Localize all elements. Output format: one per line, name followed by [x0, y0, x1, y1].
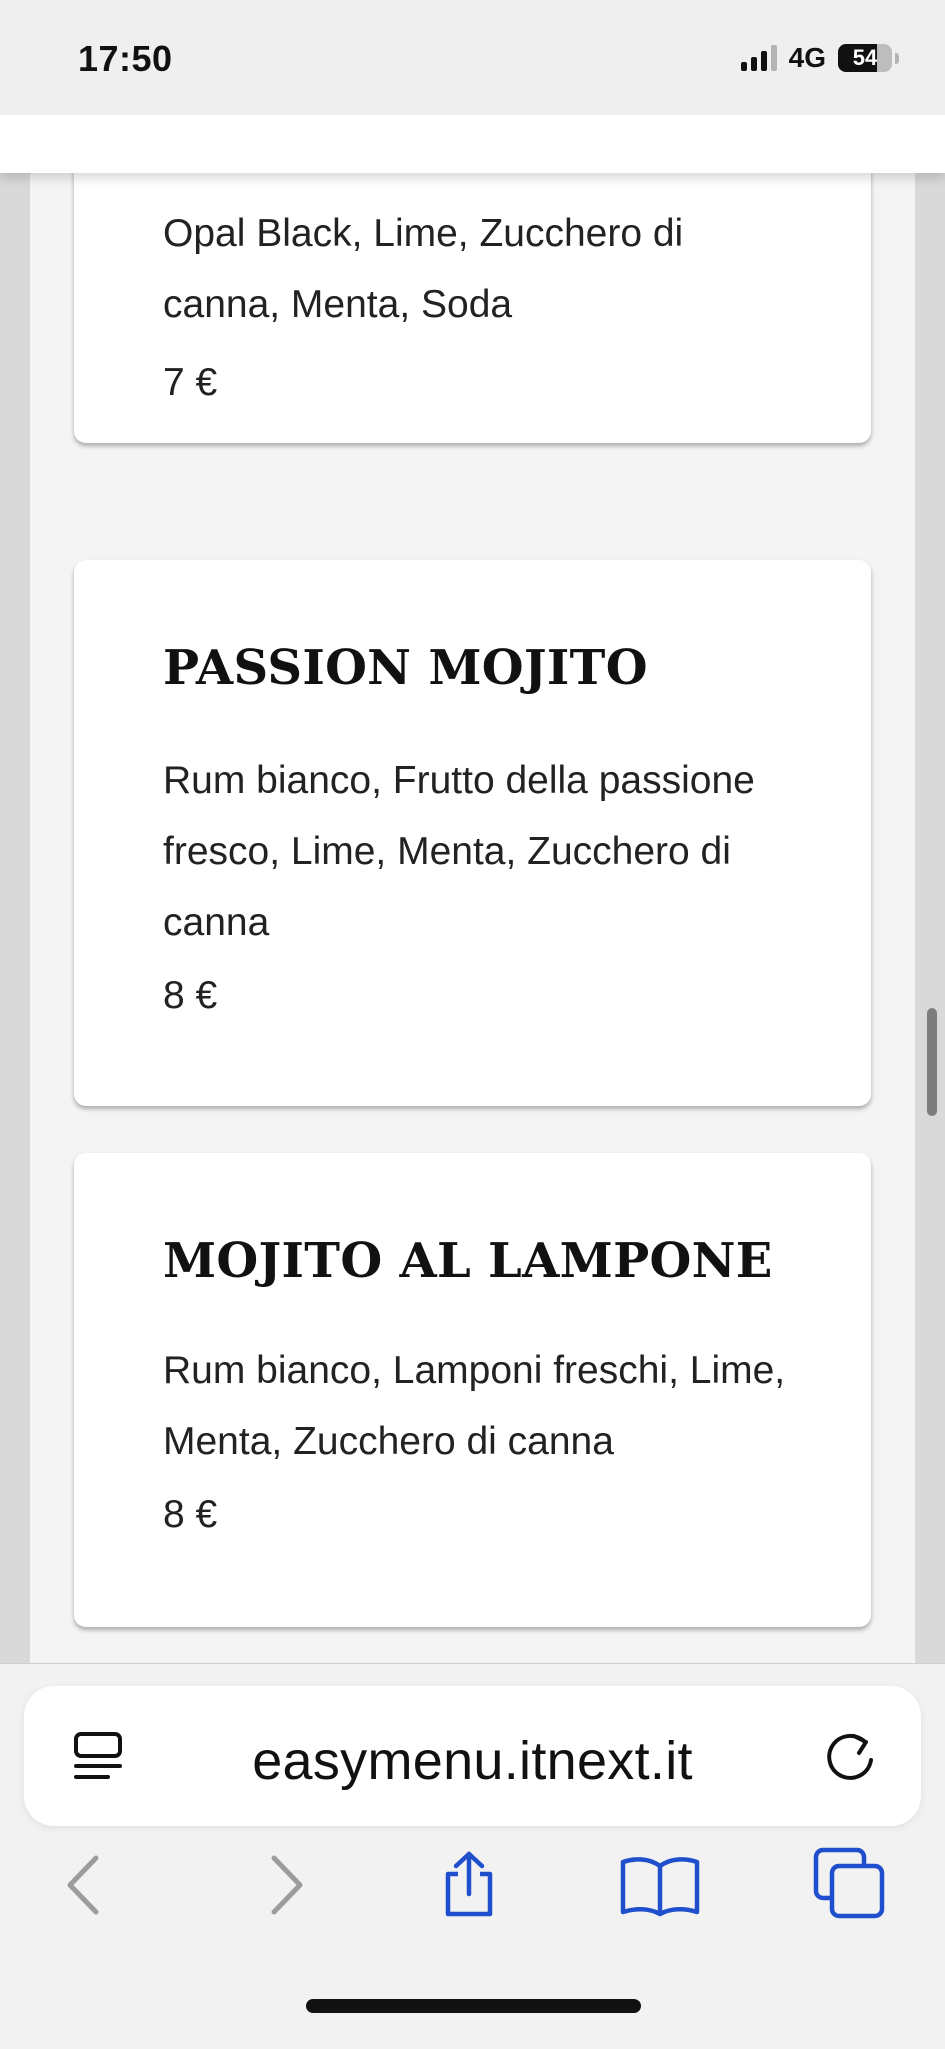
menu-item-ingredients: Opal Black, Lime, Zucchero di canna, Men…	[163, 212, 684, 326]
menu-item-name: MOJITO AL LAMPONE	[163, 1233, 773, 1289]
bookmarks-icon[interactable]	[619, 1850, 701, 1920]
menu-item-price: 7 €	[163, 361, 218, 404]
menu-item-card: PASSION MOJITO Rum bianco, Frutto della …	[74, 560, 871, 1106]
network-type: 4G	[788, 42, 826, 73]
tabs-icon[interactable]	[812, 1846, 888, 1922]
menu-item-ingredients: Rum bianco, Frutto della passione fresco…	[163, 759, 755, 944]
address-bar[interactable]: easymenu.itnext.it	[24, 1686, 921, 1826]
reload-icon[interactable]	[821, 1728, 879, 1786]
menu-item-price: 8 €	[163, 1493, 218, 1536]
scrollbar[interactable]	[927, 1008, 937, 1116]
menu-item-card: Opal Black, Lime, Zucchero di canna, Men…	[74, 173, 871, 443]
status-time: 17:50	[78, 38, 173, 79]
menu-item-ingredients: Rum bianco, Lamponi freschi, Lime, Menta…	[163, 1349, 786, 1463]
menu-item-price: 8 €	[163, 974, 218, 1017]
back-icon[interactable]	[50, 1850, 120, 1920]
menu-item-name: PASSION MOJITO	[163, 640, 648, 696]
battery-icon: 54	[838, 44, 892, 72]
page-header-strip	[0, 115, 945, 173]
forward-icon[interactable]	[250, 1850, 320, 1920]
status-bar: 17:50 4G 54	[0, 0, 945, 115]
signal-strength-icon	[740, 45, 777, 71]
menu-item-card: MOJITO AL LAMPONE Rum bianco, Lamponi fr…	[74, 1153, 871, 1627]
url-text[interactable]: easymenu.itnext.it	[24, 1730, 921, 1792]
menu-list[interactable]: Opal Black, Lime, Zucchero di canna, Men…	[30, 173, 915, 1663]
status-indicators: 4G 54	[740, 42, 899, 74]
battery-level: 54	[852, 45, 878, 70]
share-icon[interactable]	[434, 1850, 504, 1920]
browser-toolbar: easymenu.itnext.it	[0, 1663, 945, 2049]
home-indicator[interactable]	[306, 1999, 641, 2013]
